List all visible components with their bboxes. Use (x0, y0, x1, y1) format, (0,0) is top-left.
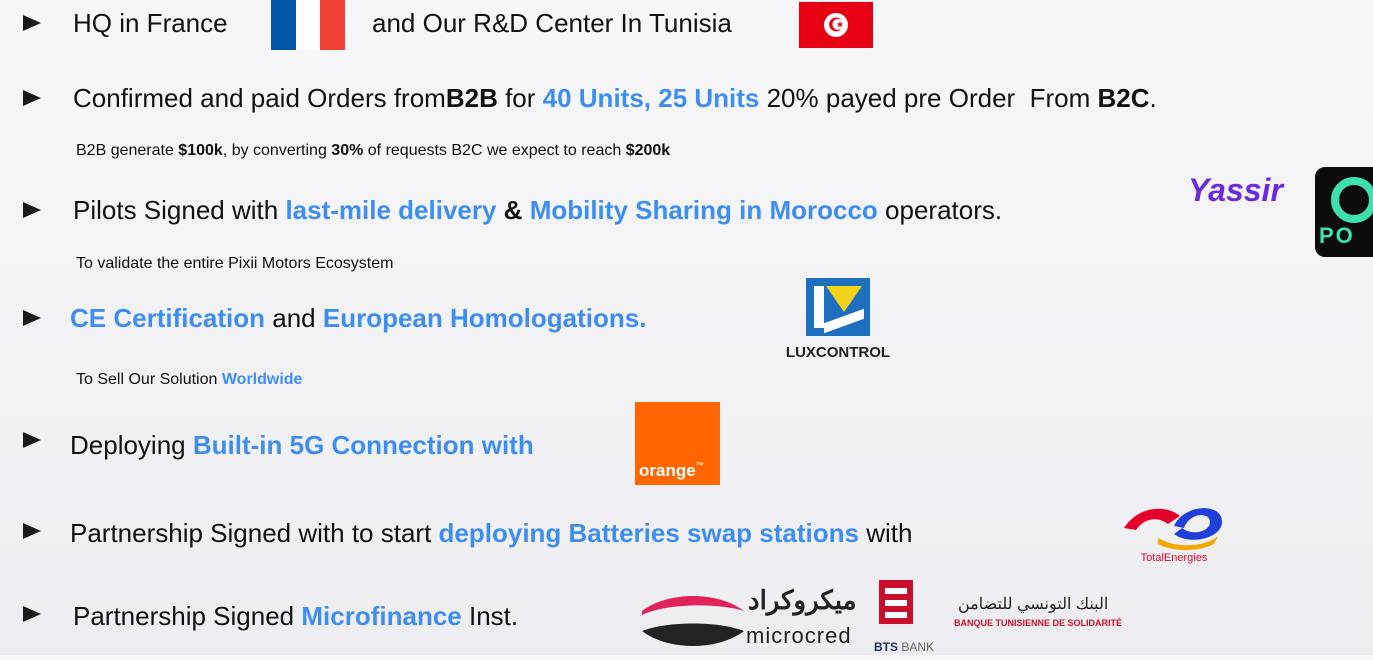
bts-mark (879, 580, 913, 624)
france-flag (271, 0, 346, 50)
item-rd: and Our R&D Center In Tunisia (372, 5, 732, 41)
item-hq: HQ in France (73, 5, 228, 41)
orange-logo: orange™ (635, 402, 720, 485)
item-5g: Deploying Built-in 5G Connection with (70, 429, 534, 460)
rd-text: and Our R&D Center In Tunisia (372, 7, 732, 38)
pos-logo-ring (1331, 177, 1373, 223)
pilots-subtext: To validate the entire Pixii Motors Ecos… (76, 255, 394, 272)
microcred-mark-icon (642, 596, 744, 646)
yassir-logo: Yassir (1188, 172, 1283, 208)
bullet-arrow-icon (23, 90, 41, 106)
item-orders: Confirmed and paid Orders from B2B for 4… (73, 82, 1157, 113)
item-batteries: Partnership Signed with to start deployi… (70, 517, 913, 548)
luxcontrol-text: LUXCONTROL (785, 344, 891, 361)
totalenergies-logo: TotalEnergies (1118, 498, 1230, 568)
tunisia-flag: ☪ (799, 2, 873, 48)
luxcontrol-logo: LUXCONTROL (763, 278, 913, 368)
bullet-arrow-icon (23, 432, 41, 448)
pos-logo: PO (1315, 167, 1373, 257)
totalenergies-text: TotalEnergies (1140, 552, 1208, 564)
item-microfinance: Partnership Signed Microfinance Inst. (73, 600, 519, 631)
bullet-arrow-icon (23, 202, 41, 218)
hq-text: HQ in France (73, 7, 228, 38)
bullet-arrow-icon (23, 310, 41, 326)
item-pilots: Pilots Signed with last-mile delivery & … (73, 194, 1003, 225)
microcred-text: microcred (746, 623, 852, 648)
pos-logo-text: PO (1319, 223, 1355, 248)
bullet-arrow-icon (23, 15, 41, 31)
luxcontrol-mark (806, 278, 870, 336)
microcred-arabic: ميكروكراد (748, 585, 857, 615)
bts-french: BANQUE TUNISIENNE DE SOLIDARITÉ (954, 618, 1123, 628)
item-certification: CE Certification and European Homologati… (70, 302, 647, 333)
bullet-arrow-icon (23, 523, 41, 539)
crescent-star-icon: ☪ (824, 13, 848, 37)
bts-bank-text: BTS BANK (874, 640, 935, 654)
totalenergies-mark-icon (1124, 508, 1222, 550)
orders-subtext: B2B generate $100k, by converting 30% of… (76, 142, 671, 159)
microcred-logo: ميكروكراد microcred (638, 585, 868, 655)
bts-arabic: البنك التونسي للتضامن (958, 596, 1109, 613)
bts-bank-logo: BTS BANK البنك التونسي للتضامن BANQUE TU… (874, 580, 1174, 655)
orange-logo-text: orange™ (639, 461, 704, 480)
bullet-arrow-icon (23, 606, 41, 622)
certification-subtext: To Sell Our Solution Worldwide (76, 371, 303, 388)
